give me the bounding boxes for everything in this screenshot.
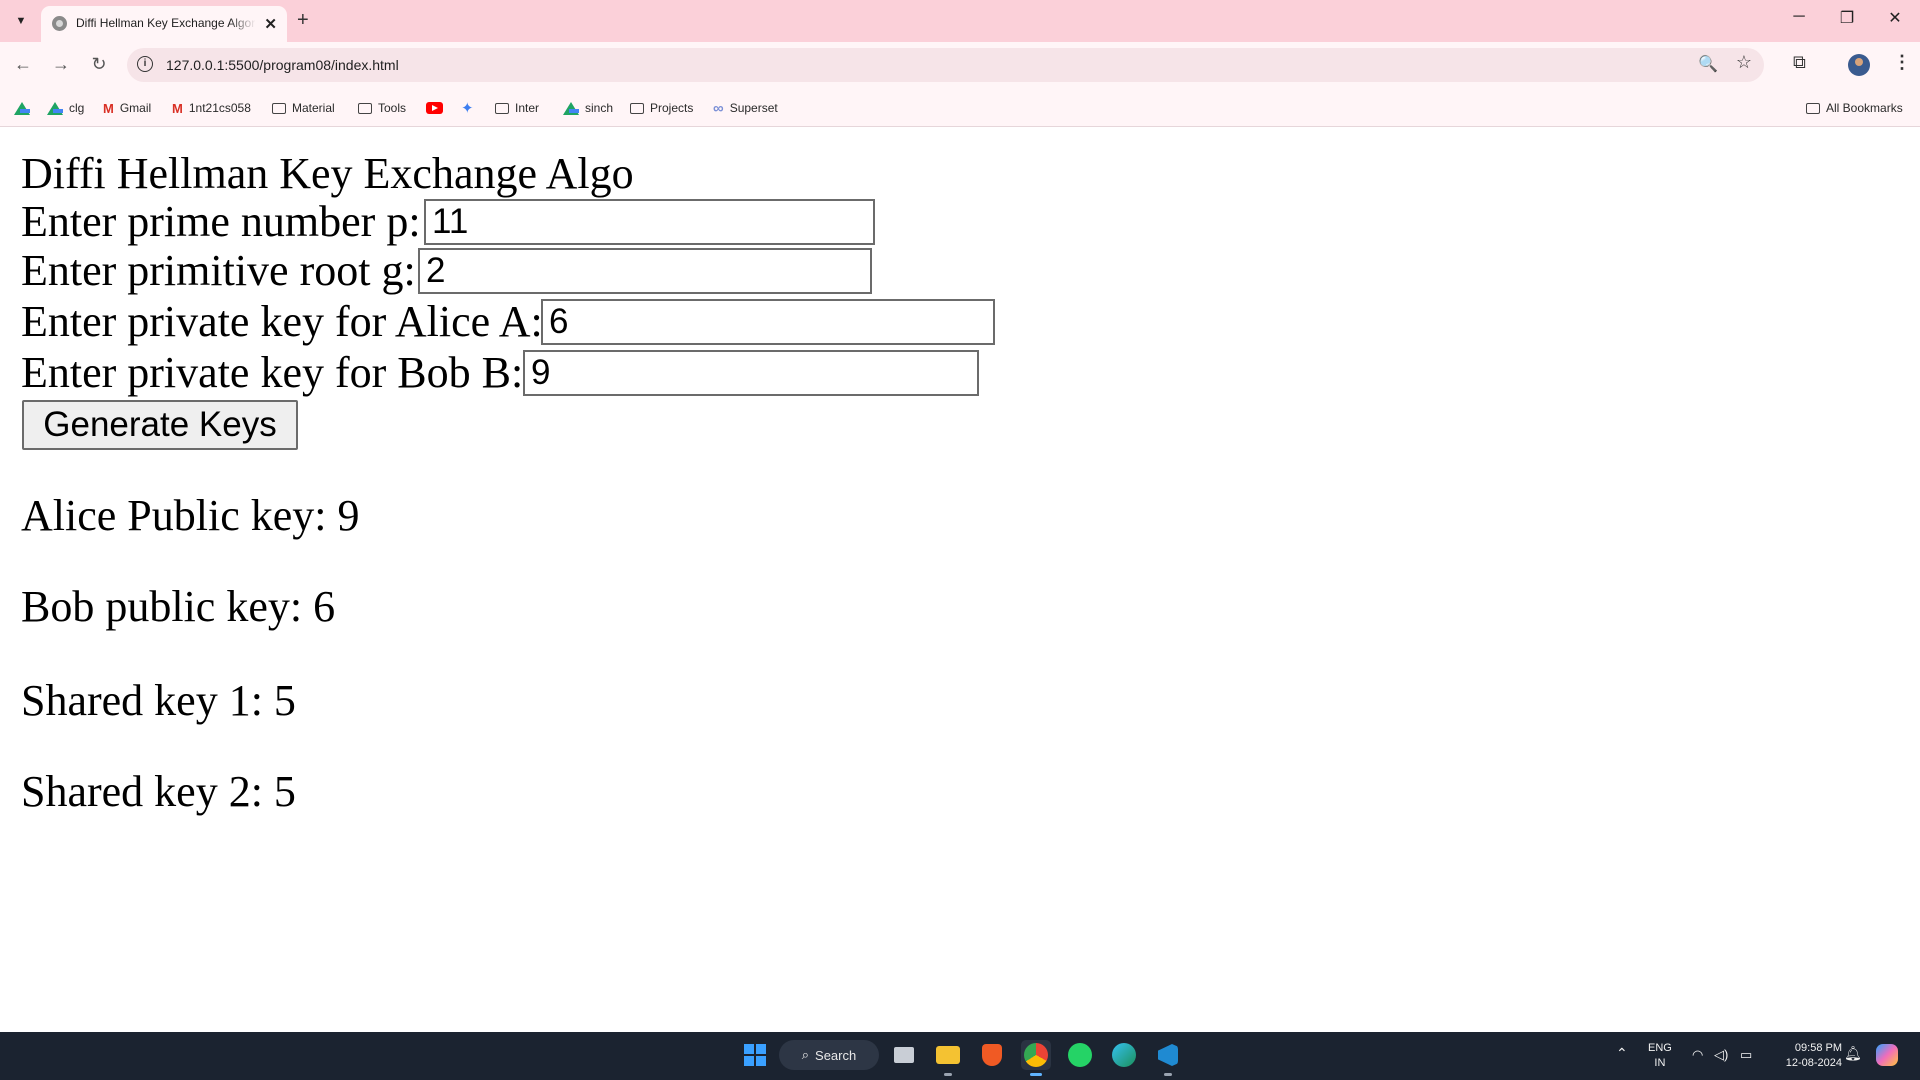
taskbar: ⌕ Search ⌃ ENG IN ◠ ◁) ▭ 09:58 PM 12-08-… (0, 1032, 1920, 1080)
bookmark-youtube[interactable] (426, 98, 449, 118)
close-window-icon[interactable]: ✕ (1882, 8, 1908, 28)
google-drive-icon (563, 101, 579, 115)
brave-browser-icon[interactable] (977, 1040, 1007, 1070)
taskbar-search-label: Search (815, 1047, 857, 1063)
bookmark-superset[interactable]: ∞ Superset (713, 98, 778, 118)
task-view-icon[interactable] (889, 1040, 919, 1070)
shared-key-1: Shared key 1: 5 (21, 676, 296, 725)
bookmark-sinch[interactable]: sinch (563, 98, 613, 118)
zoom-icon[interactable]: 🔍 (1698, 54, 1718, 74)
copilot-icon[interactable] (1872, 1040, 1902, 1070)
region-code: IN (1654, 1057, 1666, 1069)
show-hidden-icons-chevron-icon[interactable]: ⌃ (1616, 1046, 1628, 1061)
file-explorer-icon[interactable] (933, 1040, 963, 1076)
prime-label: Enter prime number p: (21, 197, 421, 246)
menu-kebab-icon[interactable]: ⋮ (1893, 52, 1911, 73)
bookmark-label: clg (69, 101, 85, 115)
close-tab-icon[interactable]: ✕ (264, 15, 277, 33)
restore-icon[interactable]: ❐ (1834, 8, 1860, 28)
url-text: 127.0.0.1:5500/program08/index.html (166, 57, 399, 73)
clock-time: 09:58 PM (1794, 1042, 1842, 1054)
battery-icon[interactable]: ▭ (1740, 1047, 1752, 1062)
folder-icon (358, 102, 372, 114)
bookmark-star-icon[interactable]: ☆ (1736, 52, 1752, 73)
all-bookmarks-button[interactable]: All Bookmarks (1806, 98, 1903, 118)
bookmark-1nt21cs058[interactable]: M 1nt21cs058 (172, 98, 251, 118)
alice-key-input[interactable] (541, 299, 995, 345)
back-arrow-icon[interactable]: ← (12, 54, 34, 75)
search-icon: ⌕ (801, 1047, 810, 1062)
youtube-icon (426, 102, 443, 114)
folder-icon (1806, 102, 1820, 114)
globe-icon (52, 16, 67, 31)
notifications-bell-icon[interactable]: 🔔︎ (1844, 1046, 1862, 1061)
bookmark-label: 1nt21cs058 (188, 101, 251, 115)
prime-input[interactable] (424, 199, 875, 245)
bookmark-label: Material (292, 101, 335, 115)
bookmark-label: Projects (650, 101, 694, 115)
bookmark-drive[interactable] (14, 98, 36, 118)
clock-date: 12-08-2024 (1785, 1057, 1842, 1069)
superset-icon: ∞ (713, 99, 724, 117)
alice-public-key: Alice Public key: 9 (21, 491, 360, 540)
edge-icon[interactable] (1109, 1040, 1139, 1070)
bookmark-label: Superset (729, 101, 778, 115)
folder-icon (630, 102, 644, 114)
bookmark-label: Inter (515, 101, 540, 115)
google-drive-icon (47, 101, 63, 115)
root-label: Enter primitive root g: (21, 246, 416, 295)
taskbar-search[interactable]: ⌕ Search (779, 1040, 879, 1070)
bookmark-tools[interactable]: Tools (358, 98, 406, 118)
bookmark-gmail[interactable]: M Gmail (103, 98, 151, 118)
bookmarks-bar: clg M Gmail M 1nt21cs058 Material Tools … (0, 89, 1920, 127)
bookmark-material[interactable]: Material (272, 98, 335, 118)
tab-strip: ▼ Diffi Hellman Key Exchange Algorithm ✕… (0, 0, 1920, 42)
gemini-icon: ✦ (461, 100, 474, 117)
bob-key-input[interactable] (523, 350, 979, 396)
whatsapp-icon[interactable] (1065, 1040, 1095, 1070)
bookmark-projects[interactable]: Projects (630, 98, 693, 118)
folder-icon (272, 102, 286, 114)
generate-keys-button[interactable]: Generate Keys (22, 400, 298, 450)
bob-key-label: Enter private key for Bob B: (21, 348, 524, 397)
address-bar[interactable]: i 127.0.0.1:5500/program08/index.html 🔍 … (127, 48, 1764, 82)
wifi-icon[interactable]: ◠ (1692, 1047, 1703, 1062)
forward-arrow-icon[interactable]: → (50, 54, 72, 75)
bookmark-inter[interactable]: Inter (495, 98, 539, 118)
windows-start-icon[interactable] (740, 1040, 770, 1070)
language-indicator[interactable]: ENG IN (1648, 1041, 1672, 1071)
google-drive-icon (14, 101, 30, 115)
root-input[interactable] (418, 248, 872, 294)
tab-search-chevron-icon[interactable]: ▼ (10, 10, 32, 32)
vscode-icon[interactable] (1153, 1040, 1183, 1076)
bob-public-key: Bob public key: 6 (21, 582, 336, 631)
folder-icon (495, 102, 509, 114)
browser-toolbar: ← → ↻ i 127.0.0.1:5500/program08/index.h… (0, 42, 1920, 89)
bookmark-gemini[interactable]: ✦ (461, 98, 480, 118)
alice-key-label: Enter private key for Alice A: (21, 297, 543, 346)
gmail-icon: M (103, 100, 114, 116)
chrome-icon[interactable] (1021, 1040, 1051, 1076)
new-tab-plus-icon[interactable]: + (297, 9, 309, 32)
all-bookmarks-label: All Bookmarks (1826, 101, 1903, 115)
extensions-puzzle-icon[interactable]: ⧉ (1793, 52, 1806, 73)
shared-key-2: Shared key 2: 5 (21, 767, 296, 816)
browser-tab[interactable]: Diffi Hellman Key Exchange Algorithm ✕ (41, 6, 287, 42)
bookmark-label: Gmail (119, 101, 152, 115)
language-code: ENG (1648, 1042, 1672, 1054)
profile-avatar[interactable] (1848, 54, 1870, 76)
tab-title: Diffi Hellman Key Exchange Algorithm (76, 16, 256, 30)
minimize-icon[interactable]: ─ (1786, 8, 1812, 26)
gmail-icon: M (172, 100, 183, 116)
bookmark-clg[interactable]: clg (47, 98, 84, 118)
reload-icon[interactable]: ↻ (88, 54, 110, 75)
bookmark-label: sinch (585, 101, 614, 115)
clock[interactable]: 09:58 PM 12-08-2024 (1776, 1041, 1842, 1071)
page-content: Diffi Hellman Key Exchange Algo Enter pr… (0, 127, 1920, 1032)
page-title: Diffi Hellman Key Exchange Algo (21, 149, 634, 198)
volume-icon[interactable]: ◁) (1714, 1047, 1728, 1062)
site-info-icon[interactable]: i (137, 56, 153, 72)
bookmark-label: Tools (378, 101, 407, 115)
